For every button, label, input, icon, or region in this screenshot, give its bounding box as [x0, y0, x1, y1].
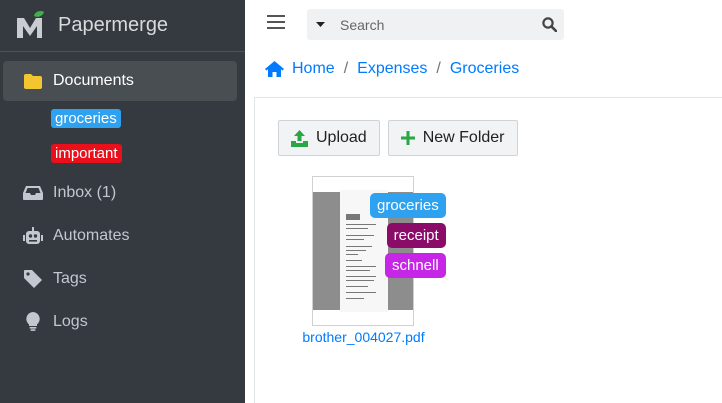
sidebar-item-tags[interactable]: Tags	[3, 257, 237, 300]
papermerge-logo-icon	[14, 10, 46, 42]
plus-icon	[400, 131, 415, 145]
sidebar-tag-groceries-row: groceries	[0, 101, 245, 136]
search-icon[interactable]	[534, 9, 564, 40]
document-tags: groceries receipt schnell	[370, 193, 446, 278]
sidebar-item-label: Automates	[53, 226, 130, 244]
breadcrumb-home[interactable]: Home	[265, 60, 335, 78]
toolbar: Upload New Folder	[278, 120, 518, 156]
documents-panel: Upload New Folder groceries receipt schn…	[254, 97, 722, 403]
sidebar-tag-important[interactable]: important	[51, 144, 122, 163]
home-icon	[265, 61, 284, 77]
search-input[interactable]	[333, 9, 534, 40]
sidebar-item-logs[interactable]: Logs	[3, 300, 237, 343]
sidebar-item-automates[interactable]: Automates	[3, 214, 237, 257]
sidebar-item-label: Logs	[53, 312, 88, 330]
brand[interactable]: Papermerge	[0, 0, 245, 52]
inbox-icon	[23, 183, 43, 203]
breadcrumb-home-label: Home	[292, 60, 335, 77]
app-name: Papermerge	[58, 14, 169, 36]
breadcrumb-separator: /	[343, 60, 349, 77]
tag-icon	[23, 269, 43, 289]
document-title[interactable]: brother_004027.pdf	[301, 329, 426, 345]
search-bar	[307, 9, 564, 40]
lightbulb-icon	[23, 312, 43, 332]
document-tag-schnell[interactable]: schnell	[385, 253, 446, 278]
document-thumbnail[interactable]: groceries receipt schnell	[312, 176, 446, 326]
breadcrumb: Home / Expenses / Groceries	[265, 58, 519, 80]
breadcrumb-separator: /	[436, 60, 441, 77]
thumbnail-scan-margin	[313, 192, 340, 310]
sidebar-tag-important-row: important	[0, 136, 245, 171]
sidebar-item-documents[interactable]: Documents	[3, 61, 237, 101]
sidebar-item-label: Tags	[53, 269, 87, 287]
sidebar-item-label: Documents	[53, 72, 134, 89]
new-folder-button[interactable]: New Folder	[387, 120, 518, 156]
breadcrumb-groceries[interactable]: Groceries	[450, 60, 519, 78]
robot-icon	[23, 226, 43, 246]
new-folder-button-label: New Folder	[422, 129, 505, 146]
menu-toggle-icon[interactable]	[267, 15, 285, 31]
folder-icon	[23, 71, 43, 91]
upload-icon	[291, 129, 308, 147]
document-tag-receipt[interactable]: receipt	[386, 223, 446, 248]
sidebar-item-inbox[interactable]: Inbox (1)	[3, 171, 237, 214]
document-tag-groceries[interactable]: groceries	[370, 193, 446, 218]
sidebar: Papermerge Documents groceries important…	[0, 0, 245, 403]
search-options-caret-icon[interactable]	[307, 9, 333, 40]
sidebar-item-label: Inbox (1)	[53, 183, 117, 201]
sidebar-nav: Documents groceries important Inbox (1) …	[0, 52, 245, 343]
sidebar-tag-groceries[interactable]: groceries	[51, 109, 121, 128]
upload-button-label: Upload	[316, 129, 367, 146]
breadcrumb-expenses[interactable]: Expenses	[357, 60, 427, 78]
top-navbar	[245, 0, 722, 48]
upload-button[interactable]: Upload	[278, 120, 380, 156]
